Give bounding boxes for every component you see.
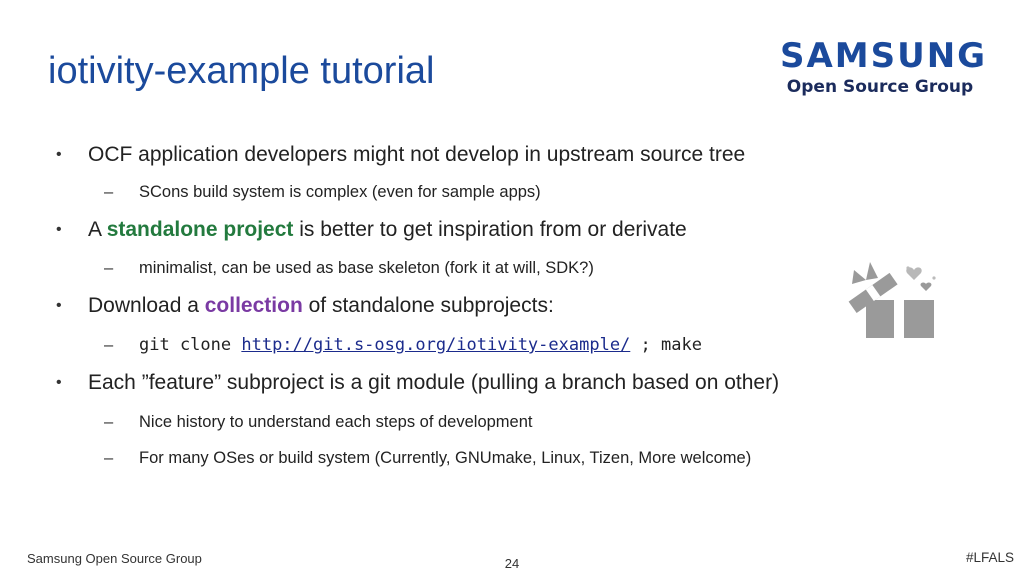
highlight-standalone-project: standalone project	[106, 218, 294, 241]
sub-text: For many OSes or build system (Currently…	[139, 449, 752, 467]
logo-subtitle: Open Source Group	[786, 77, 974, 97]
sub-text: SCons build system is complex (even for …	[139, 183, 541, 201]
bullet-text-post: is better to get inspiration from or der…	[293, 218, 687, 241]
bullet-text: Download a collection of standalone subp…	[88, 294, 554, 318]
bullet-text: Each ”feature” subproject is a git modul…	[88, 371, 780, 394]
bullet-text: A standalone project is better to get in…	[88, 218, 687, 242]
bullet-text: OCF application developers might not dev…	[88, 143, 746, 166]
repository-link[interactable]: http://git.s-osg.org/iotivity-example/	[241, 335, 630, 355]
slide: iotivity-example tutorial SAMSUNG Open S…	[0, 0, 1024, 576]
footer-organization: Samsung Open Source Group	[27, 551, 202, 566]
command-post: ; make	[630, 335, 702, 355]
sub-marker: –	[104, 183, 114, 201]
bullet-text-pre: Download a	[88, 294, 205, 317]
page-number: 24	[504, 556, 520, 571]
gift-icon	[848, 262, 936, 338]
bullet-marker: •	[56, 297, 62, 314]
bullet-marker: •	[56, 374, 62, 391]
bullet-text-pre: A	[88, 218, 107, 241]
sub-marker: –	[104, 259, 114, 277]
command-pre: git clone	[139, 335, 242, 355]
sub-marker: –	[104, 449, 114, 467]
event-hashtag: #LFALS	[965, 550, 1014, 565]
sub-marker: –	[104, 336, 114, 354]
bullet-marker: •	[56, 221, 62, 238]
sub-text: Nice history to understand each steps of…	[139, 413, 533, 431]
bullet-text-post: of standalone subprojects:	[302, 294, 554, 317]
git-clone-command: git clone http://git.s-osg.org/iotivity-…	[139, 335, 702, 355]
sub-marker: –	[104, 413, 114, 431]
highlight-collection: collection	[204, 294, 303, 317]
slide-title: iotivity-example tutorial	[48, 50, 435, 92]
logo-wordmark: SAMSUNG	[780, 36, 988, 76]
samsung-logo: SAMSUNG Open Source Group	[772, 36, 988, 104]
bullet-marker: •	[56, 146, 62, 163]
sub-text: minimalist, can be used as base skeleton…	[139, 259, 594, 277]
